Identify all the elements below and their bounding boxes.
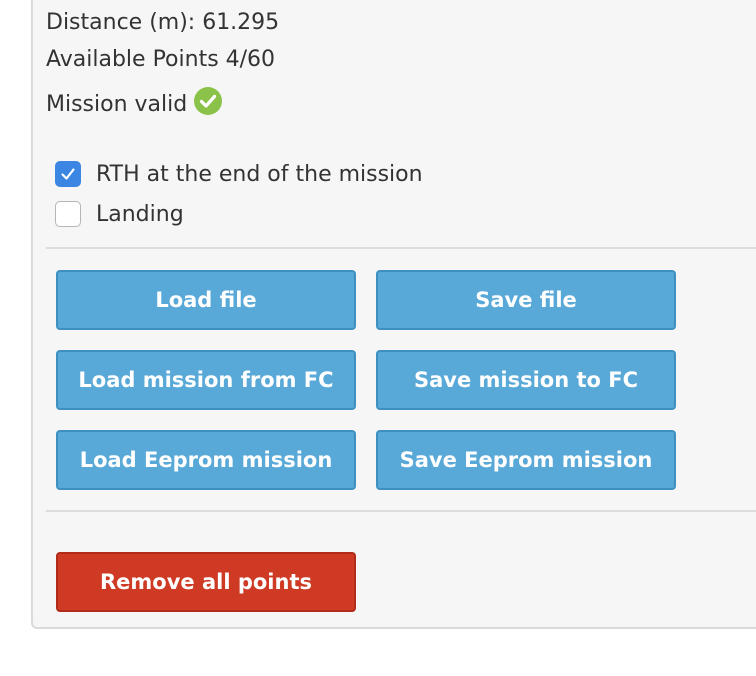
mission-status-row: Mission valid xyxy=(46,87,223,117)
checkmark-icon xyxy=(61,168,75,180)
rth-checkbox[interactable] xyxy=(55,161,81,187)
divider-top xyxy=(46,247,756,249)
rth-option[interactable]: RTH at the end of the mission xyxy=(55,161,423,187)
check-circle-icon xyxy=(194,87,223,115)
landing-label: Landing xyxy=(96,201,184,227)
load-file-button[interactable]: Load file xyxy=(56,270,356,330)
load-mission-from-fc-button[interactable]: Load mission from FC xyxy=(56,350,356,410)
save-mission-to-fc-button[interactable]: Save mission to FC xyxy=(376,350,676,410)
divider-bottom xyxy=(46,510,756,512)
landing-checkbox[interactable] xyxy=(55,201,81,227)
distance-text: Distance (m): 61.295 xyxy=(46,10,280,35)
remove-all-points-button[interactable]: Remove all points xyxy=(56,552,356,612)
save-eeprom-mission-button[interactable]: Save Eeprom mission xyxy=(376,430,676,490)
landing-option[interactable]: Landing xyxy=(55,201,184,227)
load-eeprom-mission-button[interactable]: Load Eeprom mission xyxy=(56,430,356,490)
mission-status-text: Mission valid xyxy=(46,92,188,117)
save-file-button[interactable]: Save file xyxy=(376,270,676,330)
available-points-text: Available Points 4/60 xyxy=(46,47,276,72)
rth-label: RTH at the end of the mission xyxy=(96,161,423,187)
